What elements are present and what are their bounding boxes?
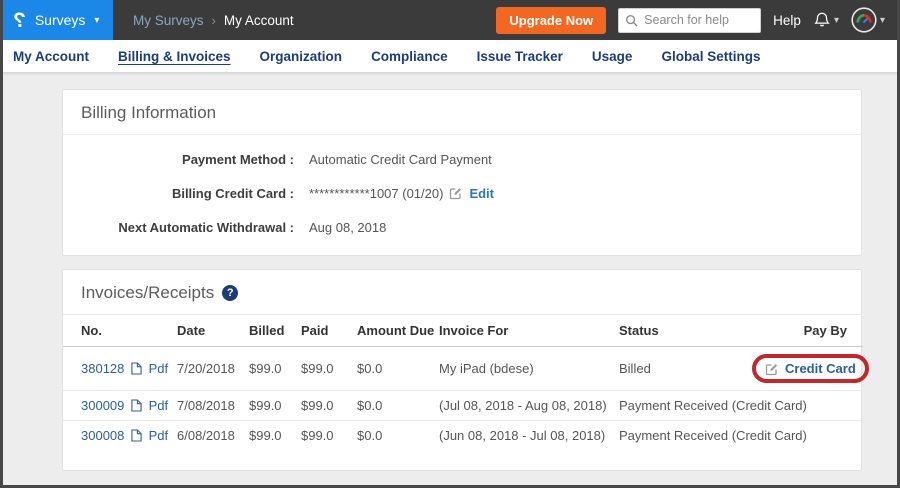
main-content: Billing Information Payment Method : Aut… [3,73,897,471]
notifications-button[interactable]: ▾ [813,11,839,29]
invoice-row: 300008 Pdf 6/08/2018 $99.0 $99.0 $0.0 (J… [63,421,863,451]
breadcrumb-current: My Account [224,13,294,28]
app-window: ? Surveys ▾ My Surveys › My Account Upgr… [0,0,900,488]
next-withdrawal-value: Aug 08, 2018 [309,220,386,235]
card-number-masked: ************1007 (01/20) [309,186,443,201]
invoice-amount-due: $0.0 [353,421,435,451]
payment-method-row: Payment Method : Automatic Credit Card P… [63,149,861,169]
invoice-date: 6/08/2018 [173,421,245,451]
edit-icon [449,186,463,200]
col-amount-due: Amount Due [353,315,435,347]
payment-method-value: Automatic Credit Card Payment [309,152,492,167]
invoice-date: 7/08/2018 [173,391,245,421]
billing-credit-card-label: Billing Credit Card : [63,186,294,201]
col-invoice-for: Invoice For [435,315,615,347]
help-link[interactable]: Help [773,13,801,28]
product-menu-label: Surveys [35,12,86,28]
breadcrumb: My Surveys › My Account [133,13,294,28]
account-section-tabs: My Account Billing & Invoices Organizati… [3,40,897,73]
edit-icon [765,362,779,376]
billing-information-body: Payment Method : Automatic Credit Card P… [63,135,861,255]
invoices-receipts-title-text: Invoices/Receipts [81,283,214,303]
help-search [618,8,761,33]
invoice-paid: $99.0 [297,347,353,391]
pay-by-credit-card-link[interactable]: Credit Card [785,361,856,376]
invoice-for: (Jun 08, 2018 - Jul 08, 2018) [435,421,615,451]
col-date: Date [173,315,245,347]
pdf-link[interactable]: Pdf [149,361,169,376]
questionpro-logo-icon: ? [13,10,26,31]
tab-global-settings[interactable]: Global Settings [661,49,760,64]
breadcrumb-my-surveys[interactable]: My Surveys [133,13,204,28]
bell-icon [813,11,831,29]
invoices-table: No. Date Billed Paid Amount Due Invoice … [63,315,863,450]
billing-credit-card-value: ************1007 (01/20) Edit [309,186,494,201]
tab-compliance[interactable]: Compliance [371,49,448,64]
invoice-row: 300009 Pdf 7/08/2018 $99.0 $99.0 $0.0 (J… [63,391,863,421]
col-billed: Billed [245,315,297,347]
invoice-number-link[interactable]: 380128 [81,361,124,376]
tab-billing-invoices[interactable]: Billing & Invoices [118,49,231,64]
billing-information-title: Billing Information [63,90,861,135]
tab-usage[interactable]: Usage [592,49,633,64]
col-paid: Paid [297,315,353,347]
billing-credit-card-row: Billing Credit Card : ************1007 (… [63,183,861,203]
invoices-receipts-title: Invoices/Receipts ? [63,270,861,315]
billing-information-card: Billing Information Payment Method : Aut… [62,89,862,256]
invoice-billed: $99.0 [245,347,297,391]
invoice-billed: $99.0 [245,391,297,421]
col-pay-by: Pay By [748,315,863,347]
edit-credit-card-link[interactable]: Edit [469,186,494,201]
chevron-down-icon: ▾ [834,15,839,26]
pdf-file-icon [131,429,142,442]
upgrade-now-button[interactable]: Upgrade Now [496,7,606,34]
invoice-status: Payment Received (Credit Card) [615,391,748,421]
avatar [851,7,877,33]
col-no: No. [63,315,173,347]
invoice-status: Payment Received (Credit Card) [615,421,748,451]
invoice-billed: $99.0 [245,421,297,451]
search-icon [625,14,638,27]
invoice-amount-due: $0.0 [353,391,435,421]
tab-my-account[interactable]: My Account [13,49,89,64]
help-question-icon[interactable]: ? [222,285,238,301]
tab-organization[interactable]: Organization [260,49,343,64]
pay-by-highlight-annotation: Credit Card [752,354,869,383]
card-bottom-spacer [63,450,861,470]
invoice-for: (Jul 08, 2018 - Aug 08, 2018) [435,391,615,421]
topbar: ? Surveys ▾ My Surveys › My Account Upgr… [3,0,897,40]
chevron-down-icon: ▾ [880,15,885,26]
topbar-actions: Upgrade Now Help ▾ [496,7,897,34]
invoice-number-link[interactable]: 300008 [81,428,124,443]
invoice-paid: $99.0 [297,391,353,421]
invoices-receipts-card: Invoices/Receipts ? No. Date Billed Paid… [62,269,862,471]
invoice-row: 380128 Pdf 7/20/2018 $99.0 $99.0 $0.0 My… [63,347,863,391]
next-withdrawal-label: Next Automatic Withdrawal : [63,220,294,235]
invoice-amount-due: $0.0 [353,347,435,391]
product-menu[interactable]: ? Surveys ▾ [3,0,113,40]
pdf-file-icon [131,399,142,412]
payment-method-label: Payment Method : [63,152,294,167]
search-input[interactable] [618,8,761,33]
pdf-link[interactable]: Pdf [149,398,169,413]
invoice-number-link[interactable]: 300009 [81,398,124,413]
invoices-table-header: No. Date Billed Paid Amount Due Invoice … [63,315,863,347]
chevron-down-icon: ▾ [94,15,99,26]
invoice-for: My iPad (bdese) [435,347,615,391]
pdf-link[interactable]: Pdf [149,428,169,443]
next-withdrawal-row: Next Automatic Withdrawal : Aug 08, 2018 [63,217,861,237]
invoice-paid: $99.0 [297,421,353,451]
breadcrumb-separator-icon: › [212,13,216,28]
invoice-status: Billed [615,347,748,391]
pdf-file-icon [131,362,142,375]
account-menu[interactable]: ▾ [851,7,885,33]
col-status: Status [615,315,748,347]
tab-issue-tracker[interactable]: Issue Tracker [477,49,563,64]
invoice-date: 7/20/2018 [173,347,245,391]
